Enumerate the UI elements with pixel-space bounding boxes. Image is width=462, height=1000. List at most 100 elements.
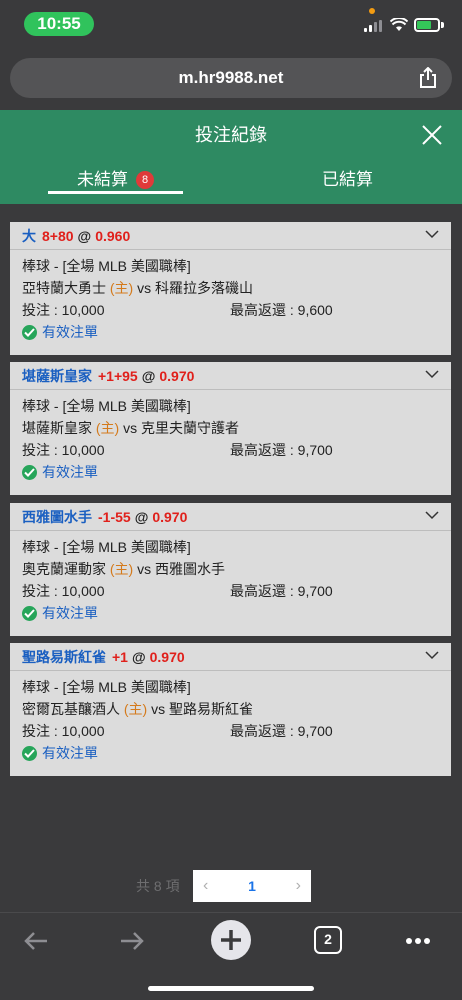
stake-value: 10,000: [61, 723, 105, 739]
valid-label: 有效注單: [42, 605, 98, 621]
home-tag: (主): [95, 420, 120, 436]
max-return-label: 最高返還 :: [230, 302, 298, 318]
chevron-down-icon[interactable]: [425, 369, 439, 379]
bet-match: 亞特蘭大勇士 (主) vs 科羅拉多落磯山: [22, 277, 439, 299]
bet-handicap: +1: [112, 649, 128, 665]
home-team: 亞特蘭大勇士: [22, 280, 106, 296]
bet-odds: 0.970: [159, 368, 195, 384]
bet-match: 奧克蘭運動家 (主) vs 西雅圖水手: [22, 558, 439, 580]
valid-label: 有效注單: [42, 324, 98, 340]
bet-selection: 堪薩斯皇家: [22, 368, 92, 384]
bet-card-header[interactable]: 大 8+80 @0.960: [10, 222, 451, 250]
bet-selection: 聖路易斯紅雀: [22, 649, 106, 665]
at-sign: @: [134, 509, 149, 525]
more-options-icon[interactable]: [402, 925, 434, 957]
bet-league: 棒球 - [全場 MLB 美國職棒]: [22, 679, 191, 695]
bet-card-header[interactable]: 西雅圖水手 -1-55 @0.970: [10, 503, 451, 531]
prev-page-button[interactable]: ‹: [203, 870, 208, 902]
at-sign: @: [141, 368, 156, 384]
bet-odds: 0.970: [149, 649, 185, 665]
home-indicator[interactable]: [148, 986, 314, 991]
battery-tip: [441, 22, 444, 28]
away-team: 科羅拉多落磯山: [155, 280, 253, 296]
page-number-current[interactable]: 1: [193, 870, 311, 902]
bet-card-header[interactable]: 聖路易斯紅雀 +1 @0.970: [10, 643, 451, 671]
tab-unsettled[interactable]: 未結算 8: [48, 160, 183, 204]
tab-settled-label: 已結算: [322, 170, 373, 189]
valid-label: 有效注單: [42, 464, 98, 480]
close-icon[interactable]: [420, 123, 444, 147]
home-team: 堪薩斯皇家: [22, 420, 92, 436]
page-title: 投注紀錄: [195, 125, 267, 145]
bet-handicap: +1+95: [98, 368, 138, 384]
check-circle-icon: [22, 606, 37, 621]
home-team: 密爾瓦基釀酒人: [22, 701, 120, 717]
bet-selection: 大: [22, 228, 36, 244]
bet-handicap: 8+80: [42, 228, 74, 244]
vs-label: vs: [137, 561, 152, 577]
tabs-count-button[interactable]: 2: [314, 926, 342, 954]
url-text[interactable]: m.hr9988.net: [10, 58, 452, 98]
away-team: 西雅圖水手: [155, 561, 225, 577]
privacy-indicator-icon: [369, 8, 375, 14]
vs-label: vs: [151, 701, 166, 717]
stake-label: 投注 :: [22, 723, 62, 739]
bet-card[interactable]: 大 8+80 @0.960 棒球 - [全場 MLB 美國職棒] 亞特蘭大勇士 (主…: [10, 222, 451, 355]
max-return-label: 最高返還 :: [230, 583, 298, 599]
pagination: 共 8 項 1 ‹ ›: [0, 870, 462, 902]
bet-match: 密爾瓦基釀酒人 (主) vs 聖路易斯紅雀: [22, 698, 439, 720]
stake-label: 投注 :: [22, 442, 62, 458]
bet-status: 有效注單: [22, 321, 439, 343]
status-bar: 10:55: [0, 0, 462, 46]
bet-status: 有效注單: [22, 742, 439, 764]
check-circle-icon: [22, 465, 37, 480]
bet-match: 堪薩斯皇家 (主) vs 克里夫蘭守護者: [22, 417, 439, 439]
stake-value: 10,000: [61, 583, 105, 599]
status-time: 10:55: [24, 12, 94, 36]
max-return-value: 9,700: [297, 442, 333, 458]
bet-amounts: 投注 : 10,000 最高返還 : 9,700: [22, 439, 439, 461]
vs-label: vs: [123, 420, 138, 436]
valid-label: 有效注單: [42, 745, 98, 761]
max-return-value: 9,700: [297, 723, 333, 739]
stake-label: 投注 :: [22, 302, 62, 318]
bet-amounts: 投注 : 10,000 最高返還 : 9,700: [22, 720, 439, 742]
count-badge: 8: [136, 171, 154, 189]
active-tab-indicator: [48, 191, 183, 194]
at-sign: @: [77, 228, 92, 244]
address-bar[interactable]: m.hr9988.net: [10, 58, 452, 98]
home-team: 奧克蘭運動家: [22, 561, 106, 577]
away-team: 聖路易斯紅雀: [169, 701, 253, 717]
bet-card-header[interactable]: 堪薩斯皇家 +1+95 @0.970: [10, 362, 451, 390]
check-circle-icon: [22, 746, 37, 761]
pager: 1 ‹ ›: [193, 870, 311, 902]
vs-label: vs: [137, 280, 152, 296]
new-tab-plus-icon[interactable]: [210, 919, 252, 961]
chevron-down-icon[interactable]: [425, 510, 439, 520]
back-arrow-icon[interactable]: [20, 925, 52, 957]
share-icon[interactable]: [418, 67, 438, 89]
wifi-icon: [390, 18, 408, 31]
forward-arrow-icon[interactable]: [116, 925, 148, 957]
check-circle-icon: [22, 325, 37, 340]
bet-league: 棒球 - [全場 MLB 美國職棒]: [22, 539, 191, 555]
home-tag: (主): [109, 561, 134, 577]
bet-card[interactable]: 聖路易斯紅雀 +1 @0.970 棒球 - [全場 MLB 美國職棒] 密爾瓦基釀酒…: [10, 643, 451, 776]
chevron-down-icon[interactable]: [425, 229, 439, 239]
bet-handicap: -1-55: [98, 509, 131, 525]
bet-odds: 0.960: [95, 228, 131, 244]
max-return-value: 9,600: [297, 302, 333, 318]
bet-card[interactable]: 堪薩斯皇家 +1+95 @0.970 棒球 - [全場 MLB 美國職棒] 堪薩斯皇…: [10, 362, 451, 495]
bet-card[interactable]: 西雅圖水手 -1-55 @0.970 棒球 - [全場 MLB 美國職棒] 奧克蘭運…: [10, 503, 451, 636]
bet-selection: 西雅圖水手: [22, 509, 92, 525]
max-return-label: 最高返還 :: [230, 723, 298, 739]
bet-list: 大 8+80 @0.960 棒球 - [全場 MLB 美國職棒] 亞特蘭大勇士 (主…: [0, 204, 462, 912]
chevron-down-icon[interactable]: [425, 650, 439, 660]
max-return-label: 最高返還 :: [230, 442, 298, 458]
home-tag: (主): [123, 701, 148, 717]
tab-unsettled-label: 未結算: [77, 170, 128, 189]
max-return-value: 9,700: [297, 583, 333, 599]
tab-settled[interactable]: 已結算: [280, 160, 415, 204]
next-page-button[interactable]: ›: [296, 870, 301, 902]
home-tag: (主): [109, 280, 134, 296]
